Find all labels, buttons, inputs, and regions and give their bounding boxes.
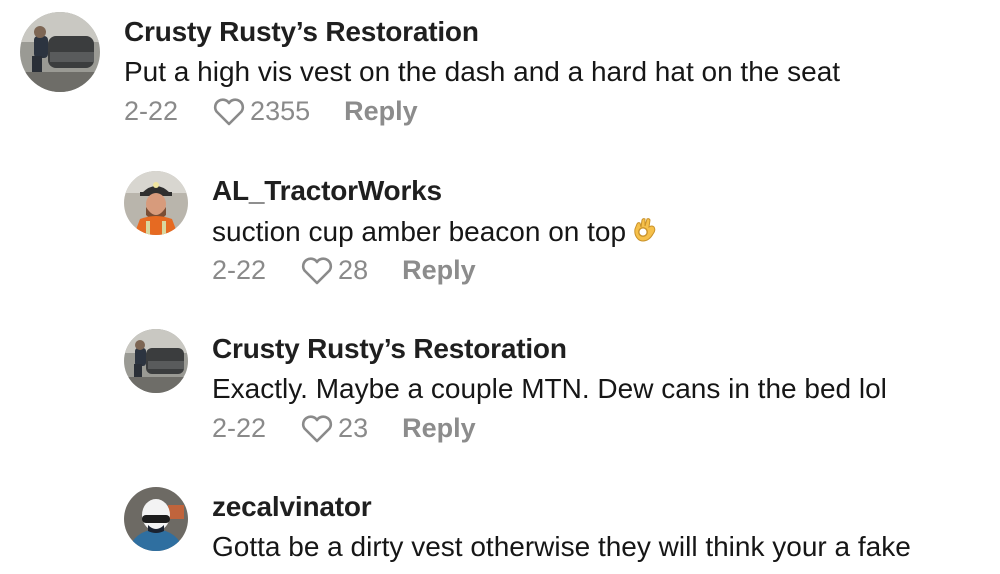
avatar[interactable] — [124, 171, 188, 235]
truck-avatar-icon — [20, 12, 100, 92]
comment-meta: 2-22 28 Reply — [212, 255, 476, 286]
comment-meta: 2-22 2355 Reply — [124, 96, 418, 127]
comment-text: Put a high vis vest on the dash and a ha… — [124, 56, 841, 87]
avatar[interactable] — [124, 487, 188, 551]
comment-item: Crusty Rusty’s Restoration Put a high vi… — [0, 0, 1000, 150]
comment-date: 2-22 — [124, 96, 179, 126]
reply-comment-item: AL_TractorWorks suction cup amber beacon… — [0, 160, 1000, 310]
like-button[interactable]: 2355 — [212, 96, 310, 127]
comment-text: Exactly. Maybe a couple MTN. Dew cans in… — [212, 373, 887, 404]
like-count: 23 — [338, 413, 369, 443]
reply-button[interactable]: Reply — [344, 96, 418, 127]
comment-username[interactable]: AL_TractorWorks — [212, 175, 442, 207]
comment-username[interactable]: zecalvinator — [212, 491, 372, 523]
avatar[interactable] — [20, 12, 100, 92]
hardhat-avatar-icon — [124, 171, 188, 235]
comment-username[interactable]: Crusty Rusty’s Restoration — [124, 16, 479, 48]
like-count: 2355 — [250, 96, 311, 126]
comment-date: 2-22 — [212, 413, 267, 443]
comment-text: Gotta be a dirty vest otherwise they wil… — [212, 531, 911, 562]
truck-avatar-icon — [124, 329, 188, 393]
reply-button[interactable]: Reply — [402, 413, 476, 444]
comment-date: 2-22 — [212, 255, 267, 285]
comment-text-body: suction cup amber beacon on top — [212, 216, 627, 247]
comment-username[interactable]: Crusty Rusty’s Restoration — [212, 333, 567, 365]
heart-icon — [301, 256, 333, 284]
heart-icon — [301, 414, 333, 442]
heart-icon — [213, 97, 245, 125]
helmet-avatar-icon — [124, 487, 188, 551]
comment-text: suction cup amber beacon on top — [212, 215, 658, 250]
comment-item: zecalvinator Gotta be a dirty vest other… — [0, 476, 1000, 574]
reply-button[interactable]: Reply — [402, 255, 476, 286]
like-button[interactable]: 28 — [300, 255, 368, 286]
like-button[interactable]: 23 — [300, 413, 368, 444]
avatar[interactable] — [124, 329, 188, 393]
reply-comment-item: Crusty Rusty’s Restoration Exactly. Mayb… — [0, 318, 1000, 468]
like-count: 28 — [338, 255, 369, 285]
ok-hand-emoji-icon — [632, 215, 658, 250]
comment-meta: 2-22 23 Reply — [212, 413, 476, 444]
